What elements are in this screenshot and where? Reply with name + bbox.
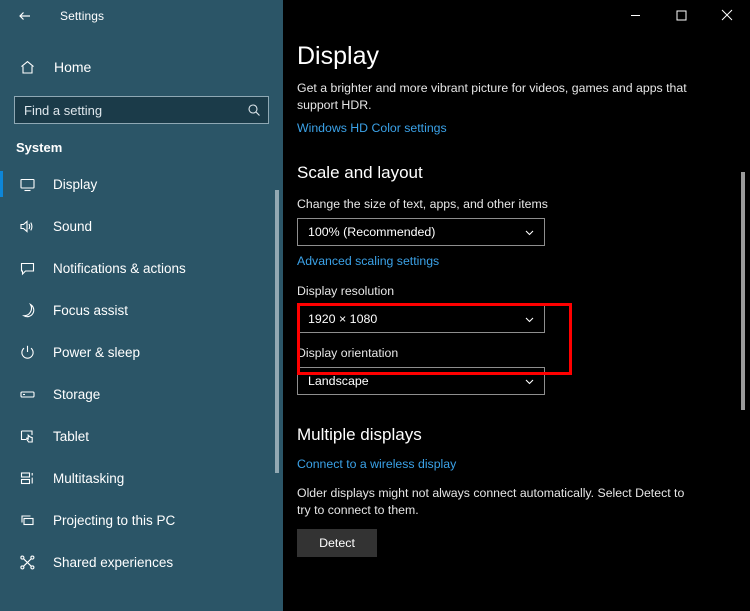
scale-and-layout-heading: Scale and layout xyxy=(297,163,423,182)
sidebar-item-display[interactable]: Display xyxy=(0,163,283,205)
speaker-icon xyxy=(14,218,40,235)
projecting-icon xyxy=(14,512,40,529)
sidebar-item-tablet[interactable]: Tablet xyxy=(0,415,283,457)
tablet-icon xyxy=(14,428,40,445)
main-scrollbar-thumb[interactable] xyxy=(741,172,745,410)
display-orientation-dropdown[interactable]: Landscape xyxy=(297,367,545,395)
display-orientation-group: Display orientation Landscape xyxy=(297,346,750,395)
sidebar-item-focus-assist-label: Focus assist xyxy=(53,302,129,318)
sidebar-scrollbar[interactable] xyxy=(275,0,279,611)
sidebar-item-storage[interactable]: Storage xyxy=(0,373,283,415)
sidebar-titlebar: Settings xyxy=(0,0,283,32)
selection-accent-bar xyxy=(0,465,3,491)
sidebar-item-notifications-label: Notifications & actions xyxy=(53,260,186,276)
sidebar-item-multitasking[interactable]: Multitasking xyxy=(0,457,283,499)
sidebar-item-shared-experiences[interactable]: Shared experiences xyxy=(0,541,283,583)
display-orientation-value: Landscape xyxy=(308,374,369,388)
display-description: Get a brighter and more vibrant picture … xyxy=(297,81,687,112)
search-box[interactable] xyxy=(14,96,269,124)
minimize-button[interactable] xyxy=(612,0,658,30)
sidebar-scrollbar-thumb[interactable] xyxy=(275,190,279,473)
selection-accent-bar xyxy=(0,339,3,365)
sidebar-item-home-label: Home xyxy=(54,59,92,75)
page-title: Display xyxy=(297,42,379,70)
drive-icon xyxy=(14,386,40,403)
sidebar-item-shared-experiences-label: Shared experiences xyxy=(53,554,174,570)
search-icon[interactable] xyxy=(247,103,261,117)
home-icon xyxy=(14,59,40,76)
detect-button[interactable]: Detect xyxy=(297,529,377,557)
selection-accent-bar xyxy=(0,255,3,281)
sidebar-nav-list: Display Sound Notifications & actions Fo… xyxy=(0,163,283,583)
advanced-scaling-settings-link[interactable]: Advanced scaling settings xyxy=(297,254,439,268)
display-resolution-value: 1920 × 1080 xyxy=(308,312,378,326)
multiple-displays-heading: Multiple displays xyxy=(297,425,422,444)
connect-wireless-display-link[interactable]: Connect to a wireless display xyxy=(297,457,456,471)
chevron-down-icon xyxy=(523,313,536,326)
selection-accent-bar xyxy=(0,171,3,197)
notification-icon xyxy=(14,260,40,277)
multiple-displays-note: Older displays might not always connect … xyxy=(297,486,685,517)
selection-accent-bar xyxy=(0,549,3,575)
display-settings-panel: Display Get a brighter and more vibrant … xyxy=(283,0,750,557)
sidebar-item-notifications[interactable]: Notifications & actions xyxy=(0,247,283,289)
window-controls xyxy=(612,0,750,30)
selection-accent-bar xyxy=(0,297,3,323)
scale-dropdown-value: 100% (Recommended) xyxy=(308,225,436,239)
display-orientation-label: Display orientation xyxy=(297,346,399,360)
sidebar-item-home[interactable]: Home xyxy=(0,50,283,84)
back-arrow-icon[interactable] xyxy=(12,3,38,29)
power-icon xyxy=(14,344,40,361)
windows-hd-color-settings-link[interactable]: Windows HD Color settings xyxy=(297,121,447,135)
sidebar-item-storage-label: Storage xyxy=(53,386,101,402)
monitor-icon xyxy=(14,176,40,193)
sidebar-item-projecting-label: Projecting to this PC xyxy=(53,512,176,528)
sidebar-item-sound-label: Sound xyxy=(53,218,93,234)
multitasking-icon xyxy=(14,470,40,487)
sidebar-item-display-label: Display xyxy=(53,176,98,192)
selection-accent-bar xyxy=(0,213,3,239)
display-resolution-dropdown[interactable]: 1920 × 1080 xyxy=(297,305,545,333)
sidebar-item-projecting[interactable]: Projecting to this PC xyxy=(0,499,283,541)
maximize-button[interactable] xyxy=(658,0,704,30)
sidebar-item-power-sleep-label: Power & sleep xyxy=(53,344,141,360)
search-input[interactable] xyxy=(24,102,247,118)
scale-label: Change the size of text, apps, and other… xyxy=(297,197,548,211)
main-scrollbar[interactable] xyxy=(741,0,745,611)
chevron-down-icon xyxy=(523,226,536,239)
sidebar-item-sound[interactable]: Sound xyxy=(0,205,283,247)
sidebar-item-power-sleep[interactable]: Power & sleep xyxy=(0,331,283,373)
sidebar-item-multitasking-label: Multitasking xyxy=(53,470,125,486)
selection-accent-bar xyxy=(0,507,3,533)
sidebar-title: Settings xyxy=(60,9,105,23)
display-resolution-label: Display resolution xyxy=(297,284,395,298)
sidebar-item-focus-assist[interactable]: Focus assist xyxy=(0,289,283,331)
sidebar-section-header: System xyxy=(16,140,63,155)
main-content: Display Get a brighter and more vibrant … xyxy=(283,0,750,611)
sidebar: Settings Home System xyxy=(0,0,283,611)
scale-dropdown[interactable]: 100% (Recommended) xyxy=(297,218,545,246)
selection-accent-bar xyxy=(0,381,3,407)
share-nodes-icon xyxy=(14,554,40,571)
selection-accent-bar xyxy=(0,423,3,449)
moon-icon xyxy=(14,302,40,319)
display-resolution-group: Display resolution 1920 × 1080 xyxy=(297,284,750,333)
settings-window: Settings Home System xyxy=(0,0,750,611)
chevron-down-icon xyxy=(523,375,536,388)
sidebar-item-tablet-label: Tablet xyxy=(53,428,90,444)
